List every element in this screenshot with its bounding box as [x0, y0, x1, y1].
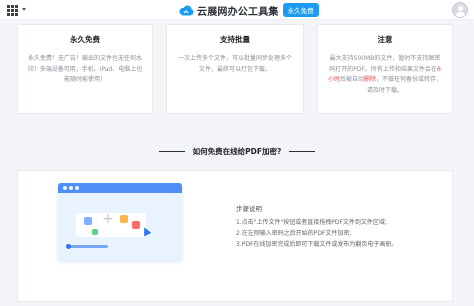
notice-highlight-delete: 删除	[364, 76, 377, 83]
free-badge: 永久免费	[282, 3, 319, 17]
top-bar: 云展网办公工具集 永久免费	[0, 0, 474, 20]
notice-text: 后被自动	[339, 76, 364, 83]
feature-title: 支持批量	[220, 35, 250, 44]
notice-text: ，不做任何备份或转存，请及时下载。	[366, 76, 443, 94]
cloud-logo-icon	[179, 5, 194, 15]
step-item: 1.点击"上传文件"按钮或者直接拖拽PDF文件到文件区域;	[236, 219, 387, 226]
browser-window-illustration: +	[58, 183, 182, 261]
grid-menu-icon[interactable]	[7, 4, 21, 16]
feature-title: 注意	[377, 35, 393, 44]
file-chip-icon	[120, 215, 128, 223]
divider-left	[158, 150, 185, 152]
pdf-chip-icon	[132, 221, 140, 229]
steps-list: 步骤说明 1.点击"上传文件"按钮或者直接拖拽PDF文件到文件区域; 2.在左侧…	[236, 203, 446, 250]
upload-illustration: +	[58, 183, 193, 268]
steps-title: 步骤说明	[236, 205, 262, 213]
section-title: 如何免费在线给PDF加密?	[192, 146, 282, 156]
section-heading: 如何免费在线给PDF加密?	[0, 145, 474, 157]
feature-card-batch: 支持批量 一次上传多个文件，可以批量同步处理多个文件，最终可以打包下载。	[166, 24, 304, 114]
window-titlebar	[58, 183, 182, 193]
plus-icon: +	[102, 211, 114, 227]
user-avatar-icon[interactable]	[452, 2, 468, 18]
feature-card-free: 永久免费 永久免费！无广告！输出的文件也无任何水印！多端设备可用，手机、iPad…	[17, 24, 153, 114]
file-chip-icon	[92, 229, 98, 235]
feature-desc: 永久免费！无广告！输出的文件也无任何水印！多端设备可用，手机、iPad、电脑上也…	[27, 55, 143, 83]
step-item: 2.在左侧输入密码之后开始的PDF文件加密;	[236, 230, 352, 237]
steps-panel: + 步骤说明 1.点击"上传文件"按钮或者直接拖拽PDF文件到文件区域; 2.在…	[17, 170, 453, 302]
feature-card-notice: 注意 最大支持500MB的文件，暂时不支持图密码打开的PDF。所有上传和结果文件…	[317, 24, 453, 114]
feature-title: 永久免费	[70, 35, 100, 44]
notice-text: 最大支持500MB的文件，暂时不支持图密码打开的PDF。所有上传和结果文件会在	[329, 55, 441, 73]
progress-illustration	[68, 245, 108, 248]
feature-desc: 最大支持500MB的文件，暂时不支持图密码打开的PDF。所有上传和结果文件会在6…	[318, 54, 452, 96]
progress-knob	[66, 244, 71, 249]
caret-down-icon[interactable]	[22, 8, 26, 11]
step-item: 3.PDF在线加密完成后即可下载文件或发布为翻页电子画册。	[236, 241, 398, 248]
file-chip-icon	[84, 217, 92, 225]
brand[interactable]: 云展网办公工具集 永久免费	[178, 3, 319, 18]
brand-name: 云展网办公工具集	[197, 6, 279, 18]
divider-right	[289, 150, 316, 152]
feature-desc: 一次上传多个文件，可以批量同步处理多个文件，最终可以打包下载。	[177, 55, 292, 73]
